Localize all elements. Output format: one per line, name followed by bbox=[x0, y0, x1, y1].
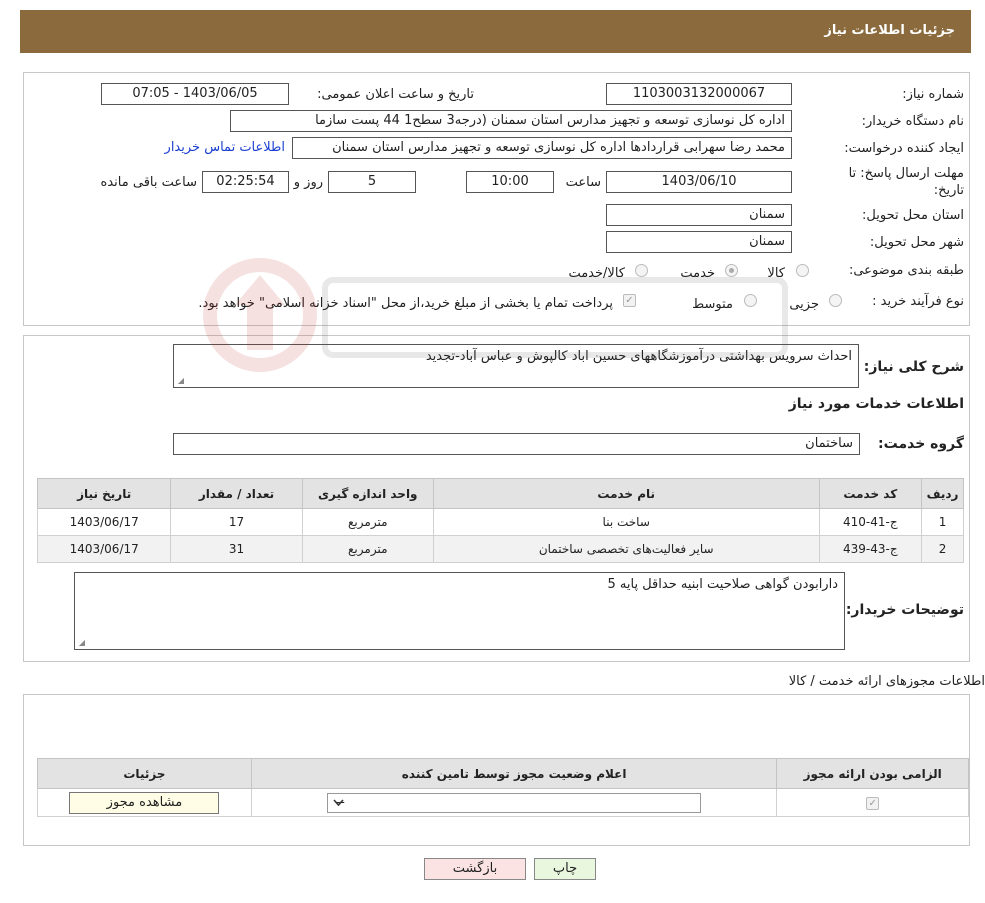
category-label: طبقه بندی موضوعی: bbox=[848, 263, 964, 278]
table-row: 2 ج-43-439 سایر فعالیت‌های تخصصی ساختمان… bbox=[36, 535, 964, 563]
cell-quantity: 31 bbox=[170, 535, 303, 563]
chevron-down-icon bbox=[333, 798, 344, 806]
cell-permit-details: مشاهده مجوز bbox=[37, 788, 252, 817]
buyer-notes-label: توضیحات خریدار: bbox=[845, 602, 964, 618]
purchase-option-medium: متوسط bbox=[692, 297, 733, 312]
category-radio-goods[interactable] bbox=[796, 264, 809, 277]
services-table-header: ردیف کد خدمت نام خدمت واحد اندازه گیری ت… bbox=[36, 478, 964, 509]
buyer-org-field: اداره کل نوسازی توسعه و تجهیز مدارس استا… bbox=[230, 110, 792, 132]
treasury-checkbox[interactable]: ✓ bbox=[623, 294, 636, 307]
deadline-time-label: ساعت bbox=[565, 175, 601, 190]
deadline-label: مهلت ارسال پاسخ: تا bbox=[848, 166, 964, 181]
col-unit: واحد اندازه گیری bbox=[301, 478, 434, 509]
view-permit-button[interactable]: مشاهده مجوز bbox=[69, 791, 220, 814]
deadline-time-field: 10:00 bbox=[466, 171, 554, 193]
requester-label: ایجاد کننده درخواست: bbox=[844, 141, 964, 156]
cell-quantity: 17 bbox=[170, 508, 303, 536]
province-label: استان محل تحویل: bbox=[862, 208, 964, 223]
days-field: 5 bbox=[328, 171, 416, 193]
treasury-note: پرداخت تمام یا بخشی از مبلغ خرید،از محل … bbox=[198, 296, 613, 311]
province-field: سمنان bbox=[606, 204, 792, 226]
need-number-label: شماره نیاز: bbox=[902, 87, 964, 102]
purchase-radio-minor[interactable] bbox=[829, 294, 842, 307]
permit-required-checkbox[interactable]: ✓ bbox=[866, 797, 880, 810]
cell-unit: مترمربع bbox=[301, 535, 434, 563]
services-section-title: اطلاعات خدمات مورد نیاز bbox=[788, 396, 964, 412]
table-row: ✓ -- مشاهده مجوز bbox=[37, 788, 969, 817]
col-permit-status: اعلام وضعیت مجوز توسط تامین کننده bbox=[250, 758, 778, 789]
cell-unit: مترمربع bbox=[301, 508, 434, 536]
announce-field: 1403/06/05 - 07:05 bbox=[101, 83, 289, 105]
summary-textarea: احداث سرویس بهداشتی درآموزشگاههای حسین ا… bbox=[173, 344, 859, 388]
permits-section-title: اطلاعات مجوزهای ارائه خدمت / کالا bbox=[788, 674, 985, 689]
col-date: تاریخ نیاز bbox=[36, 478, 172, 509]
category-radio-service[interactable] bbox=[725, 264, 738, 277]
purchase-option-minor: جزیی bbox=[789, 297, 819, 312]
permits-panel: الزامی بودن ارائه مجوز اعلام وضعیت مجوز … bbox=[23, 694, 970, 846]
col-permit-details: جزئیات bbox=[37, 758, 252, 789]
cell-date: 1403/06/17 bbox=[36, 508, 172, 536]
col-code: کد خدمت bbox=[818, 478, 923, 509]
resize-grip-icon: ◢ bbox=[177, 376, 184, 385]
requester-field: محمد رضا سهرابی قراردادها اداره کل نوساز… bbox=[292, 137, 792, 159]
category-option-service: خدمت bbox=[680, 266, 715, 281]
services-table: ردیف کد خدمت نام خدمت واحد اندازه گیری ت… bbox=[36, 478, 964, 563]
col-name: نام خدمت bbox=[432, 478, 820, 509]
cell-date: 1403/06/17 bbox=[36, 535, 172, 563]
print-button[interactable]: چاپ bbox=[534, 858, 596, 880]
table-row: 1 ج-41-410 ساخت بنا مترمربع 17 1403/06/1… bbox=[36, 508, 964, 536]
need-details-panel: شماره نیاز: 1103003132000067 تاریخ و ساع… bbox=[23, 72, 970, 326]
remaining-label: ساعت باقی مانده bbox=[100, 175, 197, 190]
days-label: روز و bbox=[293, 175, 323, 190]
purchase-type-label: نوع فرآیند خرید : bbox=[872, 294, 964, 309]
col-row: ردیف bbox=[921, 478, 964, 509]
cell-name: ساخت بنا bbox=[432, 508, 820, 536]
service-group-field: ساختمان bbox=[173, 433, 860, 455]
cell-code: ج-41-410 bbox=[818, 508, 923, 536]
resize-grip-icon: ◢ bbox=[78, 638, 85, 647]
services-panel: شرح کلی نیاز: احداث سرویس بهداشتی درآموز… bbox=[23, 335, 970, 662]
cell-row: 2 bbox=[921, 535, 964, 563]
permits-table: الزامی بودن ارائه مجوز اعلام وضعیت مجوز … bbox=[37, 758, 969, 817]
page-title: جزئیات اطلاعات نیاز bbox=[824, 23, 955, 38]
cell-permit-required: ✓ bbox=[776, 788, 969, 817]
summary-text: احداث سرویس بهداشتی درآموزشگاههای حسین ا… bbox=[425, 349, 852, 364]
cell-name: سایر فعالیت‌های تخصصی ساختمان bbox=[432, 535, 820, 563]
permits-table-header: الزامی بودن ارائه مجوز اعلام وضعیت مجوز … bbox=[37, 758, 969, 789]
permit-status-select[interactable]: -- bbox=[327, 792, 702, 813]
deadline-date-field: 1403/06/10 bbox=[606, 171, 792, 193]
col-quantity: تعداد / مقدار bbox=[170, 478, 303, 509]
back-button[interactable]: بازگشت bbox=[424, 858, 526, 880]
cell-permit-status: -- bbox=[250, 788, 778, 817]
cell-code: ج-43-439 bbox=[818, 535, 923, 563]
col-permit-required: الزامی بودن ارائه مجوز bbox=[776, 758, 969, 789]
city-label: شهر محل تحویل: bbox=[869, 235, 964, 250]
category-option-goods: کالا bbox=[767, 266, 785, 281]
category-option-both: کالا/خدمت bbox=[568, 266, 625, 281]
category-radio-both[interactable] bbox=[635, 264, 648, 277]
summary-label: شرح کلی نیاز: bbox=[863, 359, 964, 375]
cell-row: 1 bbox=[921, 508, 964, 536]
purchase-radio-medium[interactable] bbox=[744, 294, 757, 307]
page-header: جزئیات اطلاعات نیاز bbox=[20, 10, 971, 53]
buyer-org-label: نام دستگاه خریدار: bbox=[861, 114, 964, 129]
deadline-label-date: تاریخ: bbox=[933, 183, 964, 198]
city-field: سمنان bbox=[606, 231, 792, 253]
remaining-time-field: 02:25:54 bbox=[202, 171, 289, 193]
buyer-notes-textarea: دارابودن گواهی صلاحیت ابنیه حداقل پایه 5… bbox=[74, 572, 845, 650]
announce-label: تاریخ و ساعت اعلان عمومی: bbox=[317, 87, 474, 102]
buyer-notes-text: دارابودن گواهی صلاحیت ابنیه حداقل پایه 5 bbox=[607, 577, 838, 592]
buyer-contact-link[interactable]: اطلاعات تماس خریدار bbox=[165, 140, 285, 155]
need-number-field: 1103003132000067 bbox=[606, 83, 792, 105]
service-group-label: گروه خدمت: bbox=[878, 436, 964, 452]
